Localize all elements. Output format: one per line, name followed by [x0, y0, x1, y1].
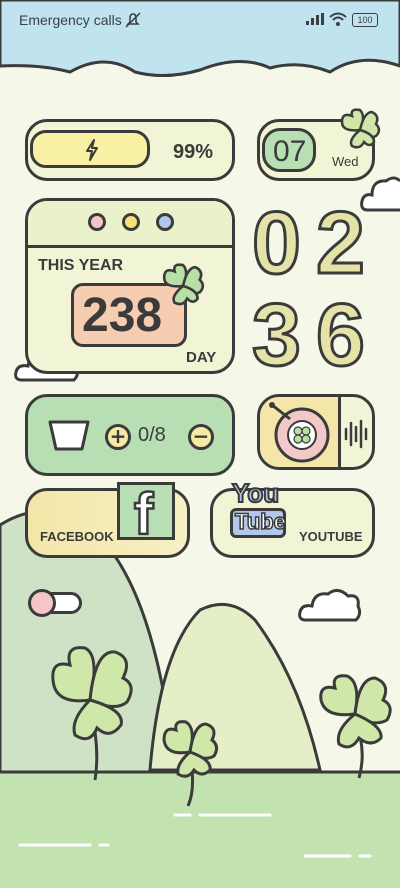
cup-icon — [48, 420, 90, 451]
battery-icon: 100 — [352, 13, 378, 27]
signal-icon — [306, 13, 324, 25]
year-count: 238 — [82, 289, 163, 342]
clover-icon — [51, 646, 133, 781]
battery-percent: 99% — [173, 141, 214, 163]
toggle-knob — [28, 589, 56, 617]
year-unit: DAY — [186, 349, 217, 366]
youtube-logo-icon: You Tube — [228, 477, 290, 544]
youtube-logo-bottom: Tube — [234, 508, 286, 535]
facebook-logo-letter: f — [133, 482, 155, 540]
facebook-label: FACEBOOK — [40, 529, 114, 544]
clover-icon — [162, 720, 219, 807]
music-widget[interactable] — [257, 394, 375, 470]
youtube-logo-box: Tube — [230, 508, 287, 538]
window-dot-pink — [88, 213, 106, 231]
toggle-switch[interactable] — [28, 589, 82, 617]
date-day: 07 — [273, 135, 307, 168]
date-weekday: Wed — [332, 154, 359, 169]
clock-hour-ones: 2 — [315, 192, 367, 294]
youtube-label: YOUTUBE — [299, 529, 363, 544]
youtube-logo-top: You — [231, 477, 280, 509]
date-day-box: 07 — [262, 128, 316, 172]
sound-wave-icon — [344, 419, 368, 449]
increase-button[interactable]: + — [105, 424, 131, 450]
year-widget[interactable]: THIS YEAR 238 DAY — [25, 198, 235, 374]
vinyl-record-icon — [269, 402, 330, 463]
carrier-text: Emergency calls — [19, 12, 122, 28]
mute-icon — [125, 12, 141, 28]
battery-widget[interactable]: 99% — [25, 119, 235, 181]
water-count: 0/8 — [138, 424, 166, 446]
clover-icon — [319, 674, 392, 779]
clover-icon — [162, 263, 205, 306]
year-heading: THIS YEAR — [38, 257, 124, 274]
lightning-icon — [86, 139, 98, 161]
water-widget[interactable]: + 0/8 − — [25, 394, 235, 476]
wifi-icon — [329, 12, 347, 26]
date-widget[interactable]: 07 Wed — [257, 108, 381, 181]
cloud-icon — [298, 589, 362, 622]
clock-hour-tens: 0 — [251, 192, 303, 294]
status-bar: Emergency calls 100 — [0, 0, 400, 40]
decrease-button[interactable]: − — [188, 424, 214, 450]
clock-min-ones: 6 — [315, 284, 367, 386]
window-dot-blue — [156, 213, 174, 231]
facebook-logo-icon: f — [117, 482, 175, 540]
battery-bar — [30, 130, 150, 168]
clover-icon — [340, 108, 381, 149]
window-dot-yellow — [122, 213, 140, 231]
clock-min-tens: 3 — [251, 284, 303, 386]
